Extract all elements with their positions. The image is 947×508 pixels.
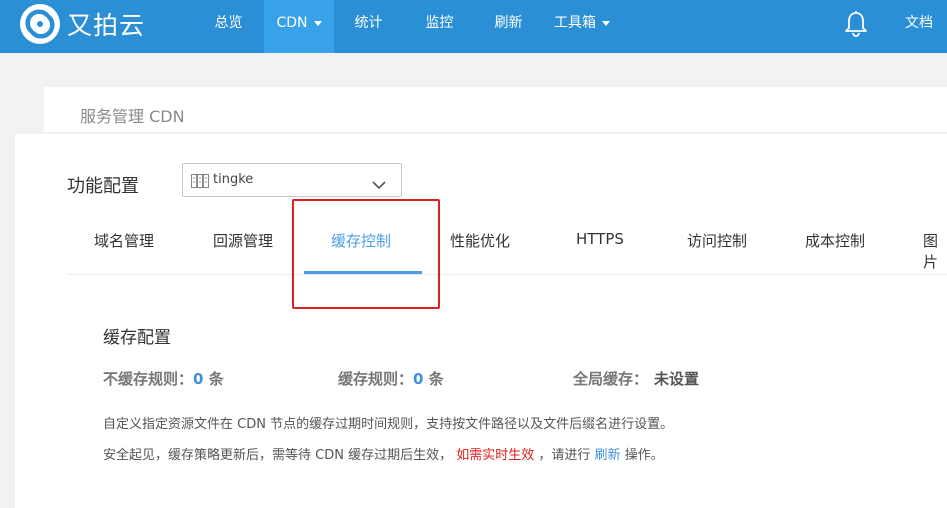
domain-icon bbox=[191, 173, 209, 192]
nav-docs[interactable]: 文档 bbox=[905, 0, 933, 46]
config-card: 功能配置 tingke 域名管理 回源管理 缓存控制 性能优化 HTTPS 访问… bbox=[15, 134, 947, 508]
domain-select-value: tingke bbox=[213, 172, 254, 187]
highlight-box bbox=[292, 199, 440, 309]
nav-overview[interactable]: 总览 bbox=[197, 0, 260, 53]
nav-cdn-label: CDN bbox=[276, 15, 308, 31]
chevron-down-icon bbox=[372, 175, 386, 194]
no-cache-rules-unit: 条 bbox=[208, 370, 224, 388]
nav-refresh[interactable]: 刷新 bbox=[477, 0, 540, 53]
brand-name: 又拍云 bbox=[67, 11, 146, 40]
cache-notice: 安全起见，缓存策略更新后，需等待 CDN 缓存过期后生效， 如需实时生效 ，请进… bbox=[103, 444, 664, 463]
tab-image[interactable]: 图片 bbox=[923, 230, 947, 272]
tab-cost-control[interactable]: 成本控制 bbox=[805, 230, 865, 251]
notice-text-2: ，请进行 bbox=[538, 448, 591, 463]
notice-text-3: 操作。 bbox=[624, 448, 664, 463]
cache-rules-count[interactable]: 0 bbox=[413, 370, 423, 388]
bell-icon[interactable] bbox=[844, 10, 868, 42]
domain-select[interactable]: tingke bbox=[182, 163, 402, 197]
caret-down-icon bbox=[602, 20, 610, 26]
cache-rules-unit: 条 bbox=[428, 370, 444, 388]
cache-rules-label: 缓存规则： bbox=[338, 370, 414, 388]
feature-config-label: 功能配置 bbox=[67, 176, 139, 197]
section-title: 缓存配置 bbox=[103, 328, 171, 348]
no-cache-rules-count[interactable]: 0 bbox=[193, 370, 203, 388]
nav-monitor[interactable]: 监控 bbox=[408, 0, 471, 53]
no-cache-rules-label: 不缓存规则： bbox=[103, 370, 194, 388]
tab-domain-management[interactable]: 域名管理 bbox=[94, 230, 154, 251]
tab-origin-management[interactable]: 回源管理 bbox=[213, 230, 273, 251]
tabs-divider bbox=[67, 274, 947, 275]
cache-description: 自定义指定资源文件在 CDN 节点的缓存过期时间规则，支持按文件路径以及文件后缀… bbox=[103, 417, 674, 432]
breadcrumb-bar: 服务管理 CDN bbox=[44, 87, 947, 132]
breadcrumb: 服务管理 CDN bbox=[80, 107, 185, 126]
global-cache-value: 未设置 bbox=[654, 370, 700, 388]
upyun-logo-icon bbox=[20, 4, 60, 44]
nav-toolbox-label: 工具箱 bbox=[554, 15, 596, 31]
nav-overview-label: 总览 bbox=[214, 15, 243, 31]
cache-rules-stat: 缓存规则：0 条 bbox=[338, 368, 444, 389]
caret-down-icon bbox=[313, 20, 322, 26]
nav-toolbox[interactable]: 工具箱 bbox=[548, 0, 616, 53]
nav-stats[interactable]: 统计 bbox=[337, 0, 400, 53]
tab-https[interactable]: HTTPS bbox=[576, 230, 624, 248]
tab-access-control[interactable]: 访问控制 bbox=[687, 230, 747, 251]
global-cache-stat: 全局缓存： 未设置 bbox=[573, 368, 699, 389]
global-cache-label: 全局缓存： bbox=[573, 370, 649, 388]
nav-cdn[interactable]: CDN bbox=[264, 0, 334, 53]
nav-refresh-label: 刷新 bbox=[494, 15, 523, 31]
nav-monitor-label: 监控 bbox=[425, 15, 454, 31]
top-navbar: 又拍云 总览 CDN 统计 监控 刷新 工具箱 文档 bbox=[0, 0, 947, 53]
notice-emphasis: 如需实时生效 bbox=[456, 448, 535, 463]
nav-stats-label: 统计 bbox=[354, 15, 383, 31]
notice-text-1: 安全起见，缓存策略更新后，需等待 CDN 缓存过期后生效， bbox=[103, 448, 453, 463]
tab-performance[interactable]: 性能优化 bbox=[450, 230, 510, 251]
brand-logo[interactable]: 又拍云 bbox=[20, 3, 145, 45]
refresh-link[interactable]: 刷新 bbox=[595, 448, 621, 463]
no-cache-rules-stat: 不缓存规则：0 条 bbox=[103, 368, 224, 389]
